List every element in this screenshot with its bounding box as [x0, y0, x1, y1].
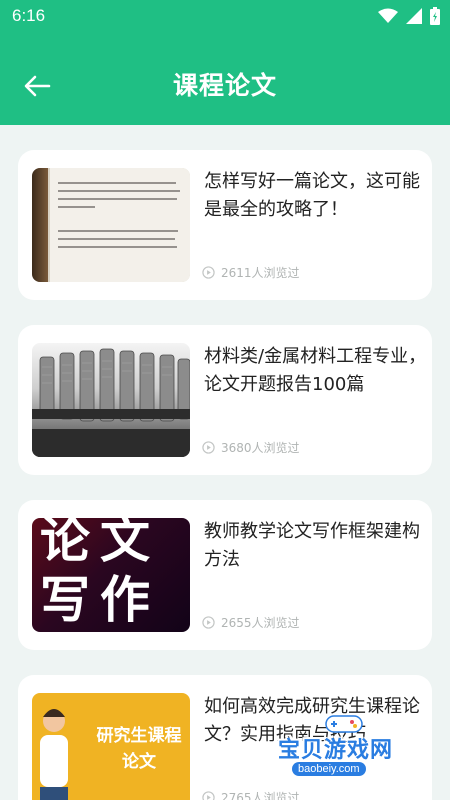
article-views: 2655人浏览过: [202, 614, 300, 631]
article-list: 怎样写好一篇论文，这可能是最全的攻略了！ 2611人浏览过 材料类/金属材料工程…: [0, 125, 450, 800]
article-title: 教师教学论文写作框架建构方法: [204, 521, 420, 570]
battery-icon: [430, 7, 440, 25]
play-circle-icon: [202, 791, 215, 800]
book-page-image: [50, 168, 190, 282]
play-circle-icon: [202, 266, 215, 279]
view-count: 2765人浏览过: [221, 791, 300, 800]
screws-image: [32, 348, 190, 457]
status-bar: 6:16: [0, 0, 450, 32]
banner-text-bottom: 写作: [40, 571, 160, 629]
banner-label: 研究生课程论文: [96, 726, 182, 772]
article-views: 3680人浏览过: [202, 439, 300, 456]
article-views: 2765人浏览过: [202, 789, 300, 800]
article-title: 如何高效完成研究生课程论文？实用指南与技巧: [204, 696, 420, 745]
article-thumbnail: [32, 343, 190, 457]
student-illustration: [40, 709, 68, 800]
play-circle-icon: [202, 616, 215, 629]
article-views: 2611人浏览过: [202, 264, 300, 281]
signal-icon: [406, 8, 422, 24]
view-count: 3680人浏览过: [221, 441, 300, 455]
lunwen-xiezuo-banner: 论文 写作: [32, 518, 190, 632]
article-title: 材料类/金属材料工程专业，论文开题报告100篇: [204, 346, 427, 395]
article-card[interactable]: 材料类/金属材料工程专业，论文开题报告100篇 3680人浏览过: [18, 325, 432, 475]
wifi-icon: [378, 8, 398, 23]
article-card[interactable]: 研究生课程论文 如何高效完成研究生课程论文？实用指南与技巧 2765人浏览过: [18, 675, 432, 800]
status-icons: [378, 7, 440, 25]
article-card[interactable]: 怎样写好一篇论文，这可能是最全的攻略了！ 2611人浏览过: [18, 150, 432, 300]
status-time: 6:16: [12, 6, 46, 25]
article-title: 怎样写好一篇论文，这可能是最全的攻略了！: [204, 171, 420, 220]
play-circle-icon: [202, 441, 215, 454]
banner-text-top: 论文: [40, 518, 160, 569]
graduate-paper-banner: 研究生课程论文: [32, 693, 190, 800]
app-bar: 课程论文: [0, 32, 450, 125]
article-card[interactable]: 论文 写作 教师教学论文写作框架建构方法 2655人浏览过: [18, 500, 432, 650]
article-thumbnail: [32, 168, 190, 282]
view-count: 2655人浏览过: [221, 616, 300, 630]
view-count: 2611人浏览过: [221, 266, 300, 280]
page-title: 课程论文: [172, 71, 277, 100]
book-spine: [32, 168, 48, 282]
